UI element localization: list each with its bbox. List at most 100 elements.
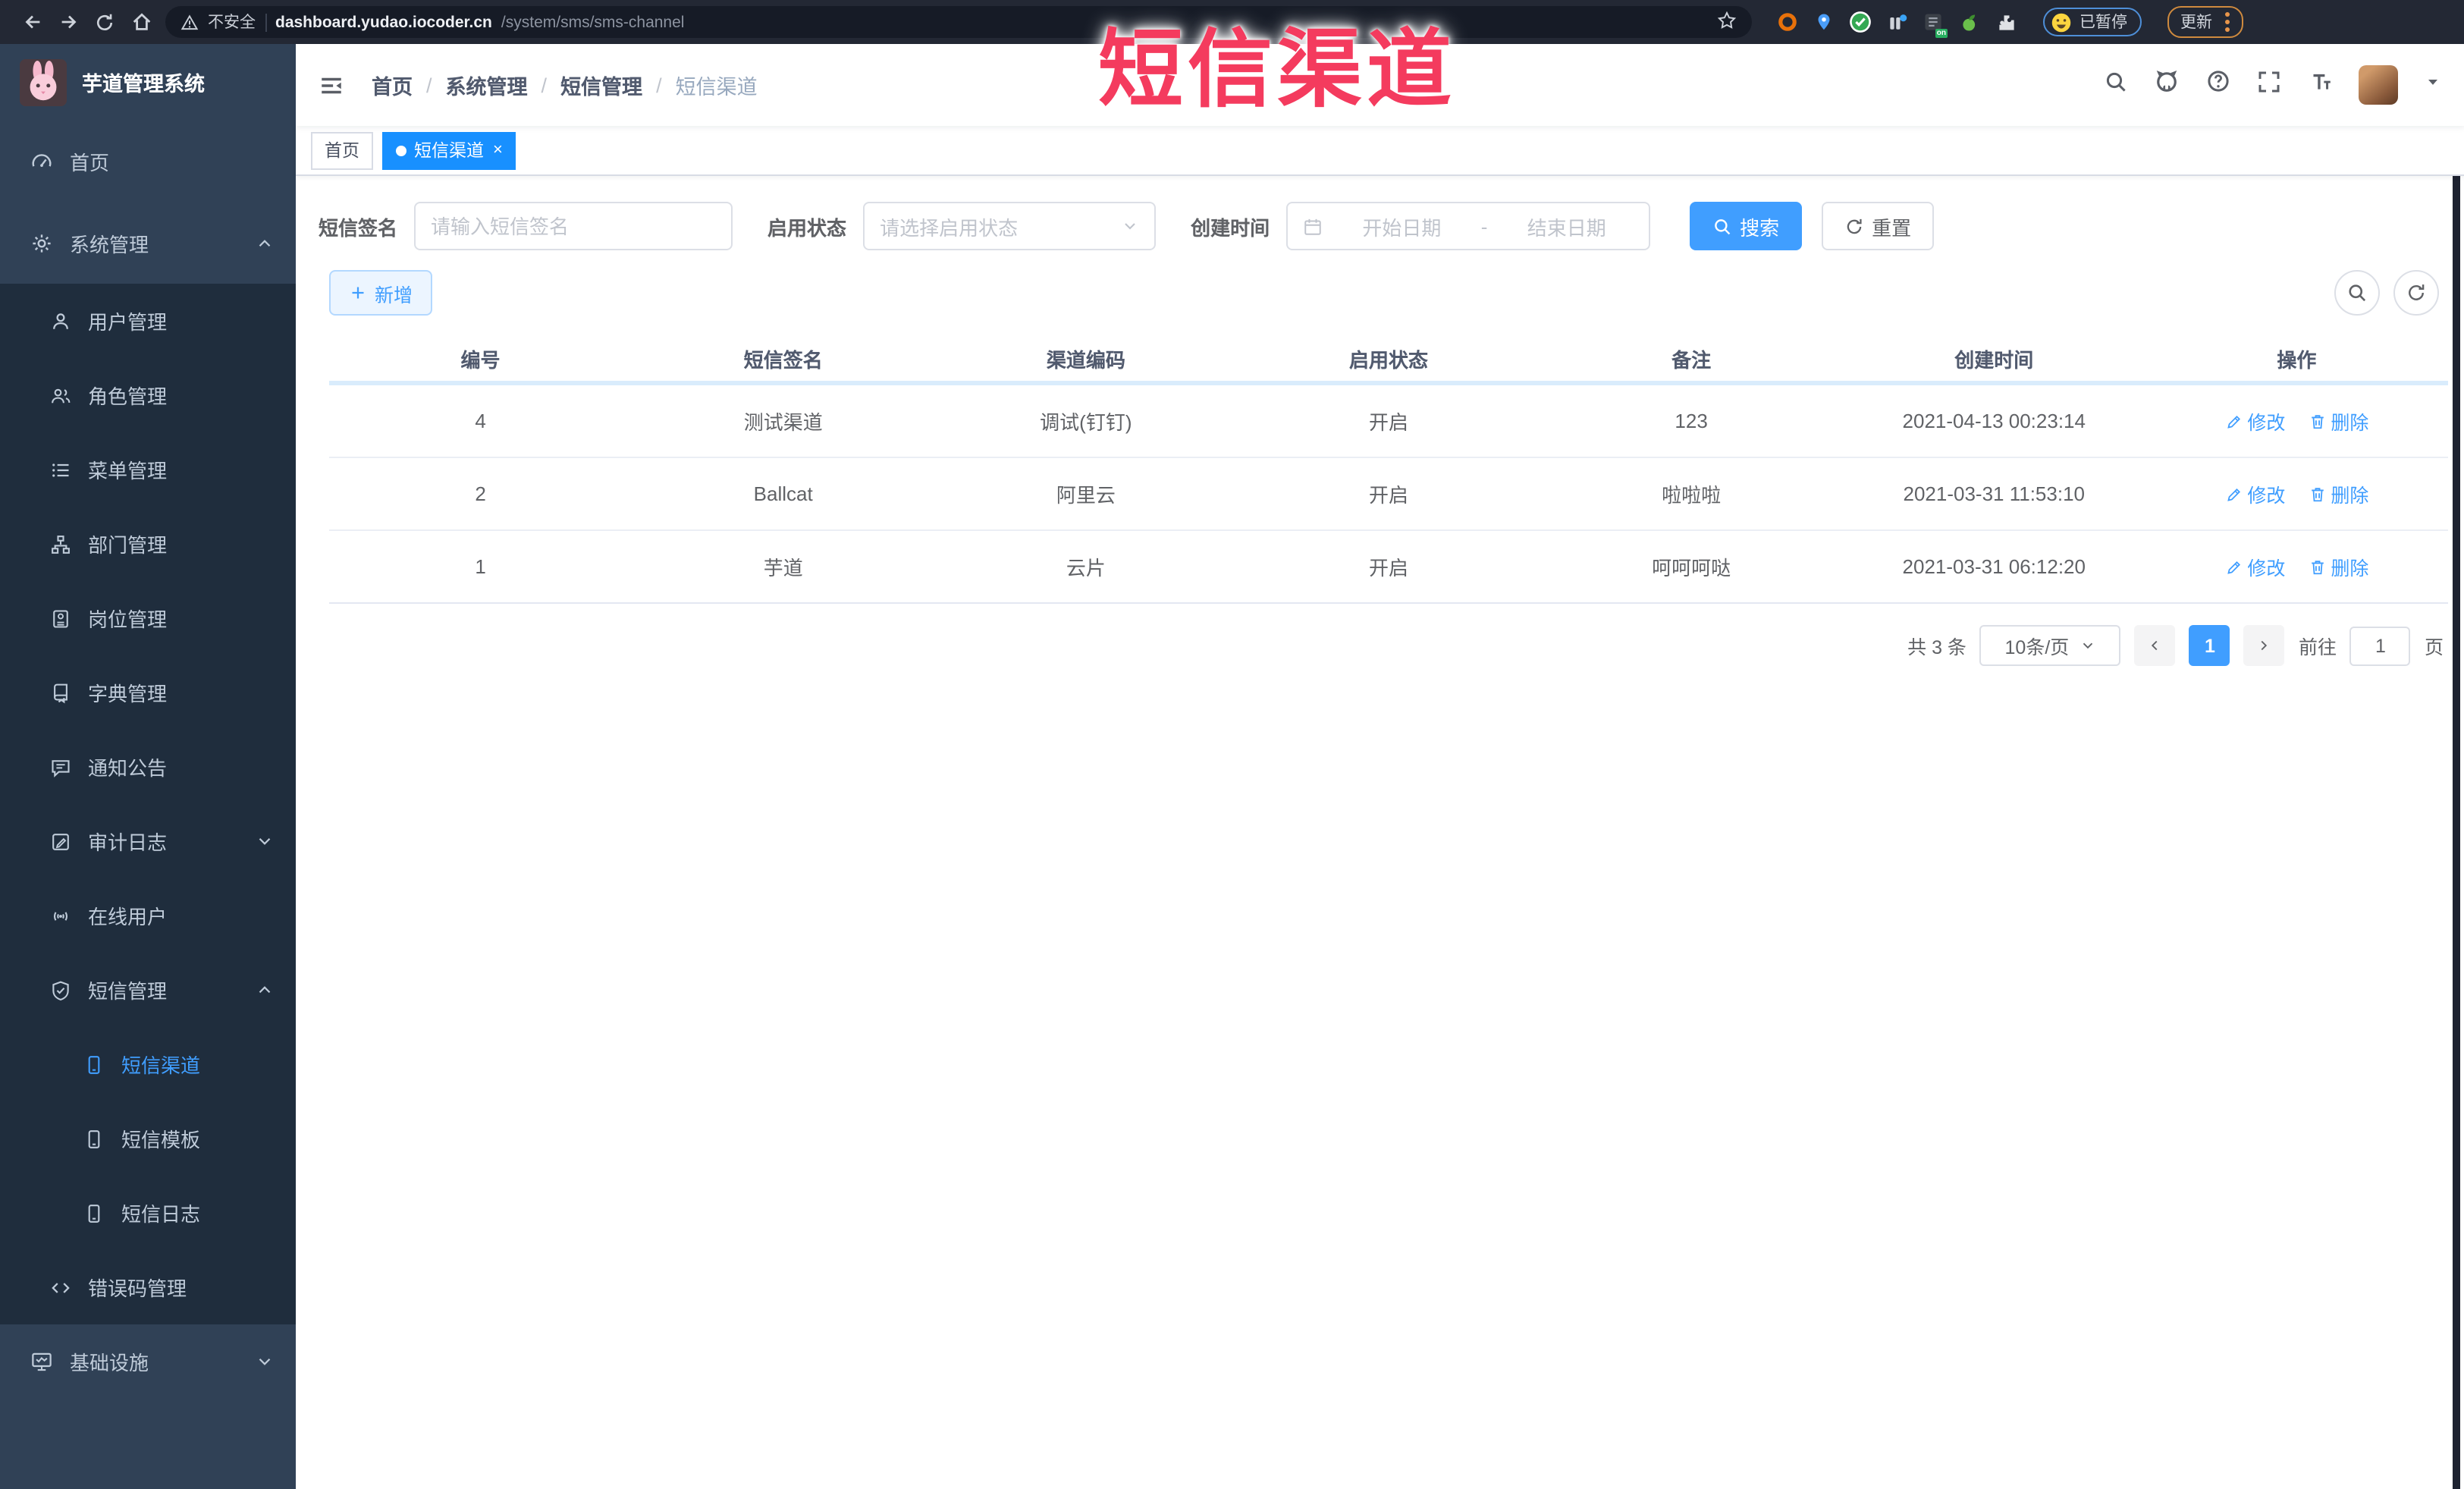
extension-icon-pin[interactable] (1813, 11, 1835, 33)
prev-page-button[interactable] (2134, 625, 2176, 666)
browser-back-button[interactable] (14, 4, 50, 40)
reset-button[interactable]: 重置 (1822, 202, 1935, 250)
page-number-button[interactable]: 1 (2189, 625, 2230, 666)
font-size-button[interactable] (2307, 68, 2333, 102)
address-bar[interactable]: 不安全 dashboard.yudao.iocoder.cn/system/sm… (165, 6, 1752, 38)
browser-toolbar: 不安全 dashboard.yudao.iocoder.cn/system/sm… (0, 0, 2464, 44)
delete-link[interactable]: 删除 (2308, 407, 2368, 435)
goto-unit: 页 (2424, 637, 2444, 658)
chevron-down-icon (2079, 637, 2096, 654)
refresh-table-button[interactable] (2393, 270, 2439, 316)
sidebar-item-departments[interactable]: 部门管理 (0, 507, 296, 581)
add-button[interactable]: 新增 (329, 270, 433, 316)
cell-signature: 测试渠道 (743, 411, 823, 434)
search-button-label: 搜索 (1740, 216, 1780, 239)
table-toolbar: 新增 (319, 270, 2464, 316)
sidebar-item-label: 短信渠道 (121, 1054, 201, 1077)
cell-signature: Ballcat (753, 482, 813, 505)
sidebar-item-sms-channel[interactable]: 短信渠道 (0, 1027, 296, 1101)
extensions-puzzle-icon[interactable] (1995, 11, 2017, 33)
cell-signature: 芋道 (763, 557, 803, 580)
sidebar-item-dict[interactable]: 字典管理 (0, 655, 296, 730)
github-link[interactable] (2154, 68, 2180, 102)
extension-icon-bars-drop[interactable] (1885, 11, 1908, 33)
breadcrumb-item[interactable]: 短信管理 (560, 70, 642, 100)
sidebar-item-label: 通知公告 (88, 757, 168, 780)
date-end-placeholder: 结束日期 (1527, 216, 1606, 239)
sidebar-item-system[interactable]: 系统管理 (0, 202, 296, 284)
tag-home[interactable]: 首页 (311, 131, 373, 169)
fullscreen-button[interactable] (2257, 69, 2281, 101)
search-button[interactable]: 搜索 (1690, 202, 1803, 250)
sidebar-item-home[interactable]: 首页 (0, 120, 296, 202)
header-search-button[interactable] (2104, 69, 2128, 101)
update-label: 更新 (2180, 14, 2212, 32)
edit-link[interactable]: 修改 (2224, 407, 2285, 435)
users-icon (50, 385, 71, 406)
sidebar-item-infrastructure[interactable]: 基础设施 (0, 1324, 296, 1399)
extension-icon-shield-check[interactable] (1849, 11, 1872, 33)
delete-label: 删除 (2331, 558, 2369, 580)
user-menu-button[interactable] (2424, 71, 2442, 99)
sidebar-item-sms-log[interactable]: 短信日志 (0, 1176, 296, 1250)
browser-reload-button[interactable] (86, 4, 123, 40)
app-logo-row[interactable]: 芋道管理系统 (0, 44, 296, 120)
sidebar-item-menus[interactable]: 菜单管理 (0, 432, 296, 507)
breadcrumb-item[interactable]: 首页 (372, 70, 413, 100)
sidebar-item-sms-template[interactable]: 短信模板 (0, 1101, 296, 1176)
extension-icon-orange-ring[interactable] (1776, 11, 1799, 33)
sidebar-item-roles[interactable]: 角色管理 (0, 358, 296, 432)
extension-icon-green-sprout[interactable] (1958, 11, 1981, 33)
app-header: 首页 / 系统管理 / 短信管理 / 短信渠道 (296, 44, 2464, 126)
browser-update-button[interactable]: 更新 (2167, 6, 2243, 38)
browser-home-button[interactable] (123, 4, 159, 40)
avatar[interactable] (2359, 65, 2398, 105)
edit-link[interactable]: 修改 (2224, 479, 2285, 508)
sidebar-item-posts[interactable]: 岗位管理 (0, 581, 296, 655)
cell-remark: 啦啦啦 (1662, 484, 1722, 507)
sidebar-item-audit-log[interactable]: 审计日志 (0, 804, 296, 878)
bookmark-star-icon[interactable] (1717, 10, 1737, 34)
paused-extension-chip[interactable]: 已暂停 (2043, 8, 2141, 36)
column-header: 启用状态 (1348, 348, 1428, 371)
sidebar-item-notice[interactable]: 通知公告 (0, 730, 296, 804)
browser-forward-button[interactable] (50, 4, 86, 40)
status-label: 启用状态 (767, 216, 847, 239)
page-size-select[interactable]: 10条/页 (1979, 625, 2121, 666)
delete-link[interactable]: 删除 (2308, 552, 2368, 581)
toggle-search-button[interactable] (2334, 270, 2380, 316)
app-title: 芋道管理系统 (82, 73, 205, 96)
sidebar-item-sms[interactable]: 短信管理 (0, 953, 296, 1027)
sidebar-toggle-button[interactable] (319, 72, 344, 98)
status-select[interactable]: 请选择启用状态 (863, 202, 1157, 250)
date-range-picker[interactable]: 开始日期 - 结束日期 (1286, 202, 1651, 250)
sidebar-item-users[interactable]: 用户管理 (0, 284, 296, 358)
next-page-button[interactable] (2243, 625, 2285, 666)
not-secure-icon (180, 13, 199, 31)
sidebar-item-label: 基础设施 (70, 1352, 149, 1374)
sidebar-item-online-users[interactable]: 在线用户 (0, 878, 296, 953)
breadcrumb-item[interactable]: 系统管理 (446, 70, 528, 100)
delete-link[interactable]: 删除 (2308, 479, 2368, 508)
close-icon[interactable]: × (493, 141, 503, 159)
docs-help-button[interactable] (2205, 68, 2231, 102)
column-header: 短信签名 (743, 348, 823, 371)
bunny-logo-icon (20, 58, 67, 105)
scrollbar-track[interactable] (2453, 127, 2460, 1489)
sidebar-item-label: 短信日志 (121, 1203, 201, 1226)
delete-label: 删除 (2331, 413, 2369, 434)
pencil-icon (2224, 558, 2243, 576)
sidebar-submenu-system: 用户管理 角色管理 菜单管理 部门管理 岗位管理 字典管理 通知公告 审计日志 … (0, 284, 296, 1324)
sidebar-item-error-code[interactable]: 错误码管理 (0, 1250, 296, 1324)
extension-icon-dark-on[interactable]: on (1922, 11, 1948, 38)
active-dot (396, 145, 406, 155)
goto-page-input[interactable] (2349, 626, 2411, 665)
chevron-down-icon (255, 1352, 275, 1371)
tag-sms-channel[interactable]: 短信渠道 × (382, 131, 516, 169)
edit-link[interactable]: 修改 (2224, 552, 2285, 581)
browser-menu-icon[interactable] (2224, 12, 2229, 32)
org-tree-icon (50, 533, 71, 554)
edit-label: 修改 (2247, 413, 2286, 434)
signature-input[interactable] (431, 215, 717, 237)
chevron-down-icon (1121, 217, 1139, 235)
